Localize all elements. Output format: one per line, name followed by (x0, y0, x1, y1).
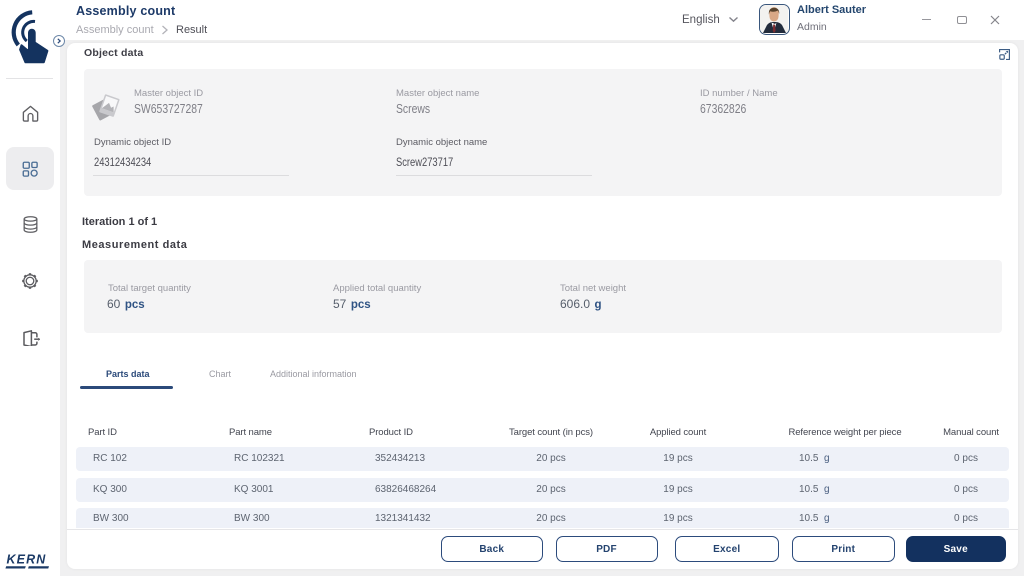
svg-text:KERN: KERN (7, 553, 47, 567)
